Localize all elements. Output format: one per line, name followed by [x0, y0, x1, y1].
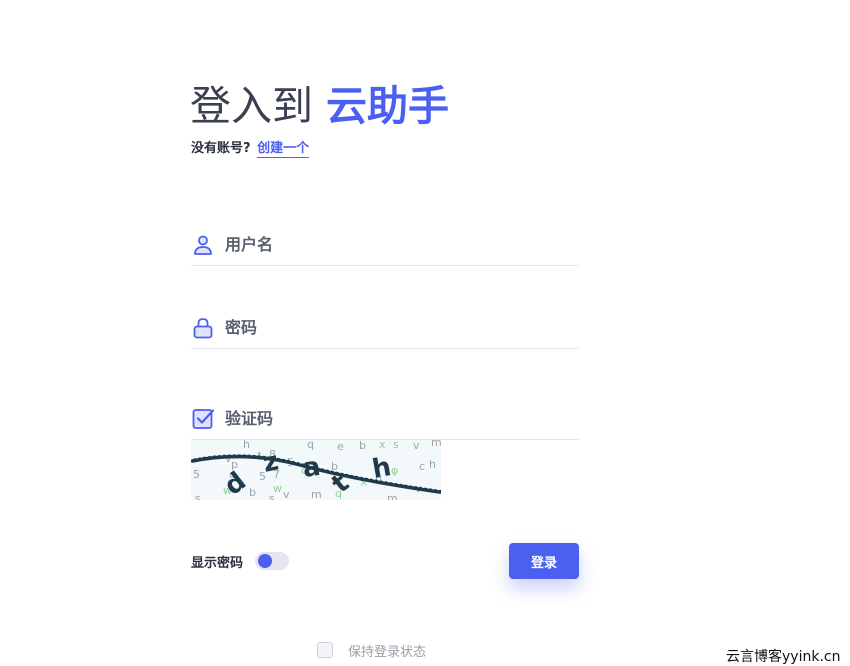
svg-text:m: m — [431, 440, 441, 449]
checkbox-icon — [191, 407, 215, 431]
username-field — [191, 225, 579, 266]
svg-text:v: v — [283, 488, 290, 500]
password-field — [191, 308, 579, 349]
site-watermark: 云言博客yyink.cn — [726, 649, 841, 665]
svg-text:m: m — [387, 492, 398, 500]
show-password-control: 显示密码 — [191, 550, 290, 572]
svg-text:e: e — [337, 440, 344, 453]
keep-logged-in[interactable]: 保持登录状态 — [317, 640, 426, 660]
svg-text:5: 5 — [193, 468, 200, 481]
svg-text:b: b — [359, 440, 366, 452]
captcha-input[interactable] — [225, 403, 565, 433]
svg-text:s: s — [393, 440, 399, 451]
lock-icon — [191, 316, 215, 340]
captcha-char-5: h — [370, 452, 393, 485]
username-input[interactable] — [225, 229, 565, 259]
svg-text:c: c — [419, 460, 425, 473]
svg-text:m: m — [311, 488, 322, 500]
title-prefix: 登入到 — [190, 82, 313, 130]
show-password-label: 显示密码 — [191, 555, 244, 571]
keep-logged-in-label: 保持登录状态 — [348, 644, 427, 660]
login-button[interactable]: 登录 — [509, 543, 579, 579]
create-account-link[interactable]: 创建一个 — [257, 141, 310, 158]
toggle-knob — [258, 554, 273, 568]
svg-text:s: s — [195, 492, 201, 500]
svg-text:q: q — [307, 440, 314, 451]
show-password-toggle[interactable] — [255, 552, 290, 570]
user-icon — [191, 233, 215, 257]
captcha-field — [191, 399, 579, 440]
svg-text:v: v — [413, 440, 420, 452]
page-title: 登入到 云助手 — [190, 80, 449, 132]
svg-text:h: h — [243, 440, 250, 451]
password-input[interactable] — [225, 312, 565, 342]
signup-prompt: 没有账号? 创建一个 — [191, 140, 310, 158]
captcha-image[interactable]: h q e b x s v m v p 4 8 5 c b φ c h 5 o — [191, 440, 441, 500]
no-account-text: 没有账号? — [191, 141, 251, 156]
svg-text:h: h — [429, 458, 436, 471]
svg-text:s: s — [269, 492, 275, 500]
svg-text:x: x — [379, 440, 386, 451]
keep-logged-in-checkbox[interactable] — [317, 642, 333, 658]
title-brand: 云助手 — [326, 82, 450, 130]
captcha-char-3: a — [301, 452, 323, 484]
login-page: 登入到 云助手 没有账号? 创建一个 用户名 验证码 h q e b x s v… — [0, 0, 850, 666]
